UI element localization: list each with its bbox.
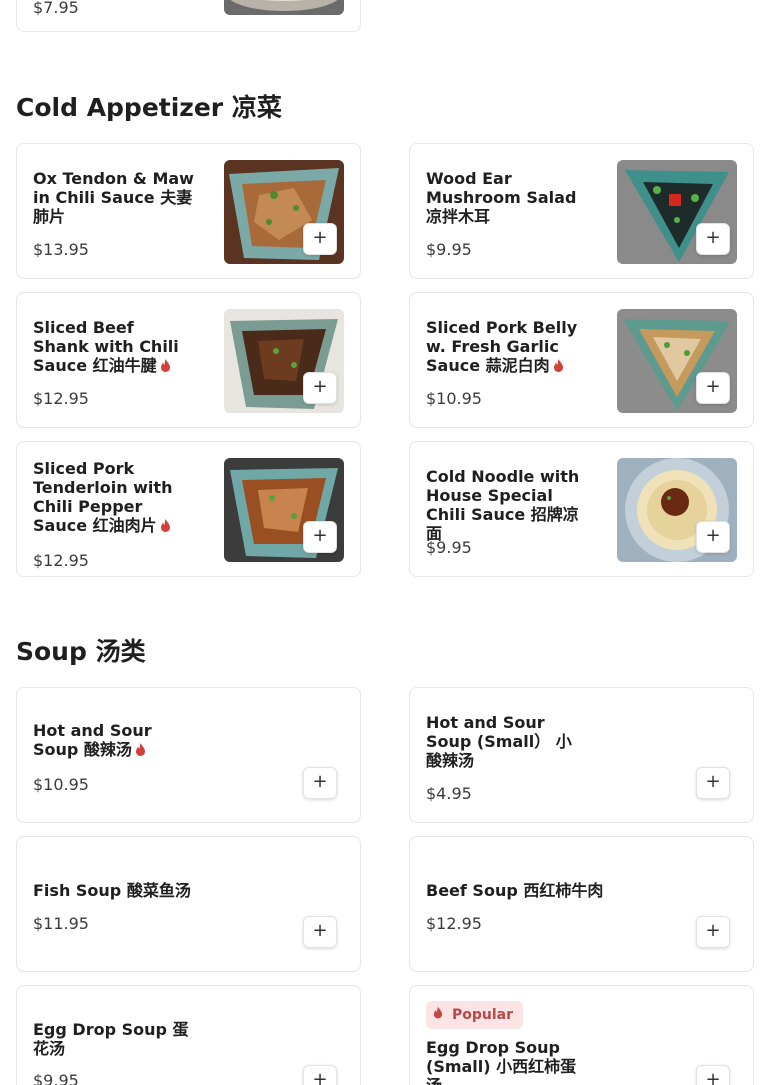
- chili-flame-icon: [553, 359, 563, 372]
- menu-item-card[interactable]: Sliced Beef Shank with Chili Sauce 红油牛腱 …: [16, 292, 361, 428]
- plus-icon: +: [705, 920, 721, 941]
- item-name: Fish Soup 酸菜鱼汤: [33, 881, 191, 900]
- menu-item-card[interactable]: Sliced Pork Tenderloin with Chili Pepper…: [16, 441, 361, 577]
- badge-label: Popular: [452, 1007, 514, 1023]
- plus-icon: +: [705, 227, 721, 248]
- item-price: $9.95: [33, 1071, 79, 1085]
- plus-icon: +: [705, 376, 721, 397]
- plus-icon: +: [312, 920, 328, 941]
- add-to-cart-button[interactable]: +: [303, 223, 337, 255]
- item-name: Cold Noodle with House Special Chili Sau…: [426, 467, 580, 543]
- add-to-cart-button[interactable]: +: [303, 372, 337, 404]
- item-price: $11.95: [33, 914, 89, 933]
- item-price: $10.95: [426, 389, 482, 408]
- plus-icon: +: [705, 525, 721, 546]
- chili-flame-icon: [160, 519, 170, 532]
- item-price: $9.95: [426, 240, 472, 259]
- add-to-cart-button[interactable]: +: [696, 916, 730, 948]
- popular-badge: Popular: [426, 1001, 524, 1029]
- menu-item-card[interactable]: $7.95 +: [16, 0, 361, 32]
- item-price: $10.95: [33, 775, 89, 794]
- item-price: $4.95: [426, 784, 472, 803]
- add-to-cart-button[interactable]: +: [303, 916, 337, 948]
- section-title-cold-appetizer: Cold Appetizer 凉菜: [16, 93, 282, 122]
- add-to-cart-button[interactable]: +: [303, 767, 337, 799]
- plus-icon: +: [705, 1069, 721, 1085]
- add-to-cart-button[interactable]: +: [303, 521, 337, 553]
- menu-item-card[interactable]: Hot and Sour Soup (Small） 小酸辣汤 $4.95 +: [409, 687, 754, 823]
- item-name: Beef Soup 西红柿牛肉: [426, 881, 604, 900]
- flame-icon: [432, 1001, 444, 1029]
- menu-item-card[interactable]: Beef Soup 西红柿牛肉 $12.95 +: [409, 836, 754, 972]
- menu-item-card[interactable]: Fish Soup 酸菜鱼汤 $11.95 +: [16, 836, 361, 972]
- add-to-cart-button[interactable]: +: [303, 1065, 337, 1085]
- item-name: Ox Tendon & Maw in Chili Sauce 夫妻肺片: [33, 169, 194, 226]
- plus-icon: +: [312, 227, 328, 248]
- item-price: $12.95: [33, 551, 89, 570]
- add-to-cart-button[interactable]: +: [696, 372, 730, 404]
- menu-item-card[interactable]: Wood Ear Mushroom Salad 凉拌木耳 $9.95 +: [409, 143, 754, 279]
- menu-item-card[interactable]: Popular Egg Drop Soup (Small) 小西红柿蛋汤 +: [409, 985, 754, 1085]
- item-photo: [224, 0, 344, 15]
- plus-icon: +: [312, 771, 328, 792]
- menu-item-card[interactable]: Sliced Pork Belly w. Fresh Garlic Sauce …: [409, 292, 754, 428]
- plus-icon: +: [705, 771, 721, 792]
- menu-item-card[interactable]: Egg Drop Soup 蛋花汤 $9.95 +: [16, 985, 361, 1085]
- add-to-cart-button[interactable]: +: [696, 1065, 730, 1085]
- menu-item-card[interactable]: Ox Tendon & Maw in Chili Sauce 夫妻肺片 $13.…: [16, 143, 361, 279]
- item-name: Sliced Beef Shank with Chili Sauce 红油牛腱: [33, 318, 179, 375]
- add-to-cart-button[interactable]: +: [696, 223, 730, 255]
- item-name: Egg Drop Soup (Small) 小西红柿蛋汤: [426, 1038, 577, 1085]
- add-to-cart-button[interactable]: +: [696, 767, 730, 799]
- item-name: Sliced Pork Tenderloin with Chili Pepper…: [33, 459, 173, 535]
- plus-icon: +: [312, 525, 328, 546]
- menu-item-card[interactable]: Hot and Sour Soup 酸辣汤 $10.95 +: [16, 687, 361, 823]
- item-name: Wood Ear Mushroom Salad 凉拌木耳: [426, 169, 577, 226]
- item-price: $12.95: [426, 914, 482, 933]
- item-price: $7.95: [33, 0, 79, 17]
- item-name: Hot and Sour Soup 酸辣汤: [33, 721, 152, 759]
- item-price: $9.95: [426, 538, 472, 557]
- plus-icon: +: [312, 1069, 328, 1085]
- add-to-cart-button[interactable]: +: [696, 521, 730, 553]
- chili-flame-icon: [160, 359, 170, 372]
- plus-icon: +: [312, 376, 328, 397]
- chili-flame-icon: [135, 743, 145, 756]
- item-name: Egg Drop Soup 蛋花汤: [33, 1020, 189, 1058]
- item-price: $13.95: [33, 240, 89, 259]
- menu-item-card[interactable]: Cold Noodle with House Special Chili Sau…: [409, 441, 754, 577]
- item-price: $12.95: [33, 389, 89, 408]
- item-name: Hot and Sour Soup (Small） 小酸辣汤: [426, 713, 572, 770]
- section-title-soup: Soup 汤类: [16, 637, 146, 666]
